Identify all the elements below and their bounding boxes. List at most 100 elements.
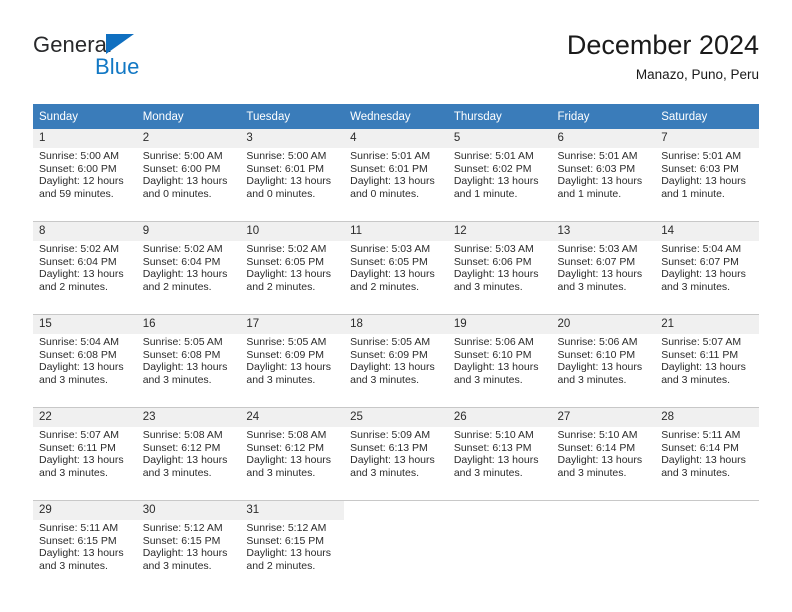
calendar-header-row: Sunday Monday Tuesday Wednesday Thursday… xyxy=(33,104,759,129)
sunset-text: Sunset: 6:00 PM xyxy=(142,162,221,175)
logo-word-blue: Blue xyxy=(95,54,140,79)
day-number[interactable]: 28 xyxy=(655,407,759,427)
day-cell[interactable]: Sunrise: 5:12 AM Sunset: 6:15 PM Dayligh… xyxy=(240,520,345,593)
day-number[interactable]: 22 xyxy=(33,407,137,427)
daylight-text-line2: and 1 minute. xyxy=(557,187,622,200)
day-number[interactable]: 30 xyxy=(136,500,241,520)
daylight-text-line1: Daylight: 13 hours xyxy=(39,547,124,560)
day-number[interactable]: 23 xyxy=(136,407,241,427)
day-number[interactable]: 12 xyxy=(447,221,552,241)
day-cell[interactable]: Sunrise: 5:12 AM Sunset: 6:15 PM Dayligh… xyxy=(136,520,241,593)
sunset-text: Sunset: 6:05 PM xyxy=(246,255,325,268)
daylight-text-line2: and 3 minutes. xyxy=(246,466,316,479)
day-number[interactable]: 25 xyxy=(344,407,448,427)
day-cell[interactable]: Sunrise: 5:07 AM Sunset: 6:11 PM Dayligh… xyxy=(655,334,759,408)
day-cell[interactable]: Sunrise: 5:08 AM Sunset: 6:12 PM Dayligh… xyxy=(240,427,345,501)
title-block: December 2024 Manazo, Puno, Peru xyxy=(567,28,759,85)
day-cell[interactable]: Sunrise: 5:07 AM Sunset: 6:11 PM Dayligh… xyxy=(33,427,137,501)
day-cell[interactable]: Sunrise: 5:04 AM Sunset: 6:07 PM Dayligh… xyxy=(655,241,759,315)
sunset-text: Sunset: 6:06 PM xyxy=(453,255,532,268)
day-cell[interactable]: Sunrise: 5:00 AM Sunset: 6:01 PM Dayligh… xyxy=(240,148,345,222)
day-number[interactable]: 27 xyxy=(551,407,656,427)
day-cell[interactable]: Sunrise: 5:06 AM Sunset: 6:10 PM Dayligh… xyxy=(447,334,552,408)
week-2-daynumbers: 8 9 10 11 12 13 14 xyxy=(33,221,759,241)
sunrise-text: Sunrise: 5:02 AM xyxy=(39,243,119,255)
sunrise-text: Sunrise: 5:05 AM xyxy=(350,336,431,348)
day-cell[interactable]: Sunrise: 5:04 AM Sunset: 6:08 PM Dayligh… xyxy=(33,334,137,408)
day-number[interactable]: 20 xyxy=(551,314,656,334)
day-cell[interactable]: Sunrise: 5:08 AM Sunset: 6:12 PM Dayligh… xyxy=(136,427,241,501)
sunrise-text: Sunrise: 5:03 AM xyxy=(453,243,534,255)
day-cell[interactable]: Sunrise: 5:11 AM Sunset: 6:15 PM Dayligh… xyxy=(33,520,137,593)
daylight-text-line1: Daylight: 12 hours xyxy=(39,175,124,188)
day-number-empty xyxy=(447,500,552,520)
sunrise-text: Sunrise: 5:02 AM xyxy=(142,243,223,255)
day-cell[interactable]: Sunrise: 5:01 AM Sunset: 6:02 PM Dayligh… xyxy=(447,148,552,222)
day-number[interactable]: 19 xyxy=(447,314,552,334)
general-blue-logo: General Blue xyxy=(33,32,243,90)
day-number[interactable]: 11 xyxy=(344,221,448,241)
sunset-text: Sunset: 6:02 PM xyxy=(453,162,532,175)
daylight-text-line2: and 3 minutes. xyxy=(557,373,627,386)
day-cell[interactable]: Sunrise: 5:01 AM Sunset: 6:03 PM Dayligh… xyxy=(655,148,759,222)
day-number[interactable]: 9 xyxy=(136,221,241,241)
day-number[interactable]: 21 xyxy=(655,314,759,334)
day-number[interactable]: 8 xyxy=(33,221,137,241)
day-cell[interactable]: Sunrise: 5:10 AM Sunset: 6:14 PM Dayligh… xyxy=(551,427,656,501)
day-cell[interactable]: Sunrise: 5:09 AM Sunset: 6:13 PM Dayligh… xyxy=(344,427,448,501)
day-number[interactable]: 17 xyxy=(240,314,345,334)
daylight-text-line1: Daylight: 13 hours xyxy=(557,361,643,374)
day-cell[interactable]: Sunrise: 5:02 AM Sunset: 6:04 PM Dayligh… xyxy=(136,241,241,315)
day-cell[interactable]: Sunrise: 5:03 AM Sunset: 6:07 PM Dayligh… xyxy=(551,241,656,315)
daylight-text-line1: Daylight: 13 hours xyxy=(246,454,332,467)
day-cell[interactable]: Sunrise: 5:01 AM Sunset: 6:01 PM Dayligh… xyxy=(344,148,448,222)
day-cell[interactable]: Sunrise: 5:02 AM Sunset: 6:05 PM Dayligh… xyxy=(240,241,345,315)
day-number[interactable]: 18 xyxy=(344,314,448,334)
day-cell[interactable]: Sunrise: 5:06 AM Sunset: 6:10 PM Dayligh… xyxy=(551,334,656,408)
day-number[interactable]: 15 xyxy=(33,314,137,334)
day-cell[interactable]: Sunrise: 5:05 AM Sunset: 6:09 PM Dayligh… xyxy=(240,334,345,408)
day-cell[interactable]: Sunrise: 5:05 AM Sunset: 6:09 PM Dayligh… xyxy=(344,334,448,408)
daylight-text-line2: and 3 minutes. xyxy=(142,373,212,386)
day-number[interactable]: 26 xyxy=(447,407,552,427)
sunrise-text: Sunrise: 5:00 AM xyxy=(142,150,223,162)
day-number[interactable]: 24 xyxy=(240,407,345,427)
weekday-header-sunday: Sunday xyxy=(33,104,137,129)
day-number[interactable]: 16 xyxy=(136,314,241,334)
daylight-text-line1: Daylight: 13 hours xyxy=(453,454,539,467)
day-cell-empty xyxy=(655,520,759,593)
daylight-text-line1: Daylight: 13 hours xyxy=(350,361,435,374)
day-number[interactable]: 31 xyxy=(240,500,345,520)
day-cell[interactable]: Sunrise: 5:01 AM Sunset: 6:03 PM Dayligh… xyxy=(551,148,656,222)
week-4-details: Sunrise: 5:07 AM Sunset: 6:11 PM Dayligh… xyxy=(33,427,759,501)
day-number[interactable]: 4 xyxy=(344,129,448,148)
day-number[interactable]: 1 xyxy=(33,129,137,148)
day-number[interactable]: 29 xyxy=(33,500,137,520)
daylight-text-line1: Daylight: 13 hours xyxy=(453,361,539,374)
day-cell[interactable]: Sunrise: 5:02 AM Sunset: 6:04 PM Dayligh… xyxy=(33,241,137,315)
sunrise-text: Sunrise: 5:06 AM xyxy=(453,336,534,348)
sunrise-text: Sunrise: 5:01 AM xyxy=(557,150,638,162)
day-number[interactable]: 6 xyxy=(551,129,656,148)
day-cell[interactable]: Sunrise: 5:00 AM Sunset: 6:00 PM Dayligh… xyxy=(136,148,241,222)
day-number[interactable]: 3 xyxy=(240,129,345,148)
day-number[interactable]: 7 xyxy=(655,129,759,148)
day-number[interactable]: 13 xyxy=(551,221,656,241)
weekday-header-tuesday: Tuesday xyxy=(240,104,345,129)
week-4-daynumbers: 22 23 24 25 26 27 28 xyxy=(33,407,759,427)
sunrise-text: Sunrise: 5:12 AM xyxy=(142,522,223,534)
sunset-text: Sunset: 6:12 PM xyxy=(246,441,325,454)
sunrise-text: Sunrise: 5:10 AM xyxy=(557,429,638,441)
day-number[interactable]: 14 xyxy=(655,221,759,241)
day-cell[interactable]: Sunrise: 5:10 AM Sunset: 6:13 PM Dayligh… xyxy=(447,427,552,501)
day-cell[interactable]: Sunrise: 5:03 AM Sunset: 6:05 PM Dayligh… xyxy=(344,241,448,315)
day-cell[interactable]: Sunrise: 5:05 AM Sunset: 6:08 PM Dayligh… xyxy=(136,334,241,408)
day-cell[interactable]: Sunrise: 5:03 AM Sunset: 6:06 PM Dayligh… xyxy=(447,241,552,315)
daylight-text-line2: and 3 minutes. xyxy=(661,280,731,293)
daylight-text-line1: Daylight: 13 hours xyxy=(557,175,643,188)
day-number[interactable]: 10 xyxy=(240,221,345,241)
day-cell[interactable]: Sunrise: 5:11 AM Sunset: 6:14 PM Dayligh… xyxy=(655,427,759,501)
day-number[interactable]: 5 xyxy=(447,129,552,148)
day-cell[interactable]: Sunrise: 5:00 AM Sunset: 6:00 PM Dayligh… xyxy=(33,148,137,222)
day-number[interactable]: 2 xyxy=(136,129,241,148)
